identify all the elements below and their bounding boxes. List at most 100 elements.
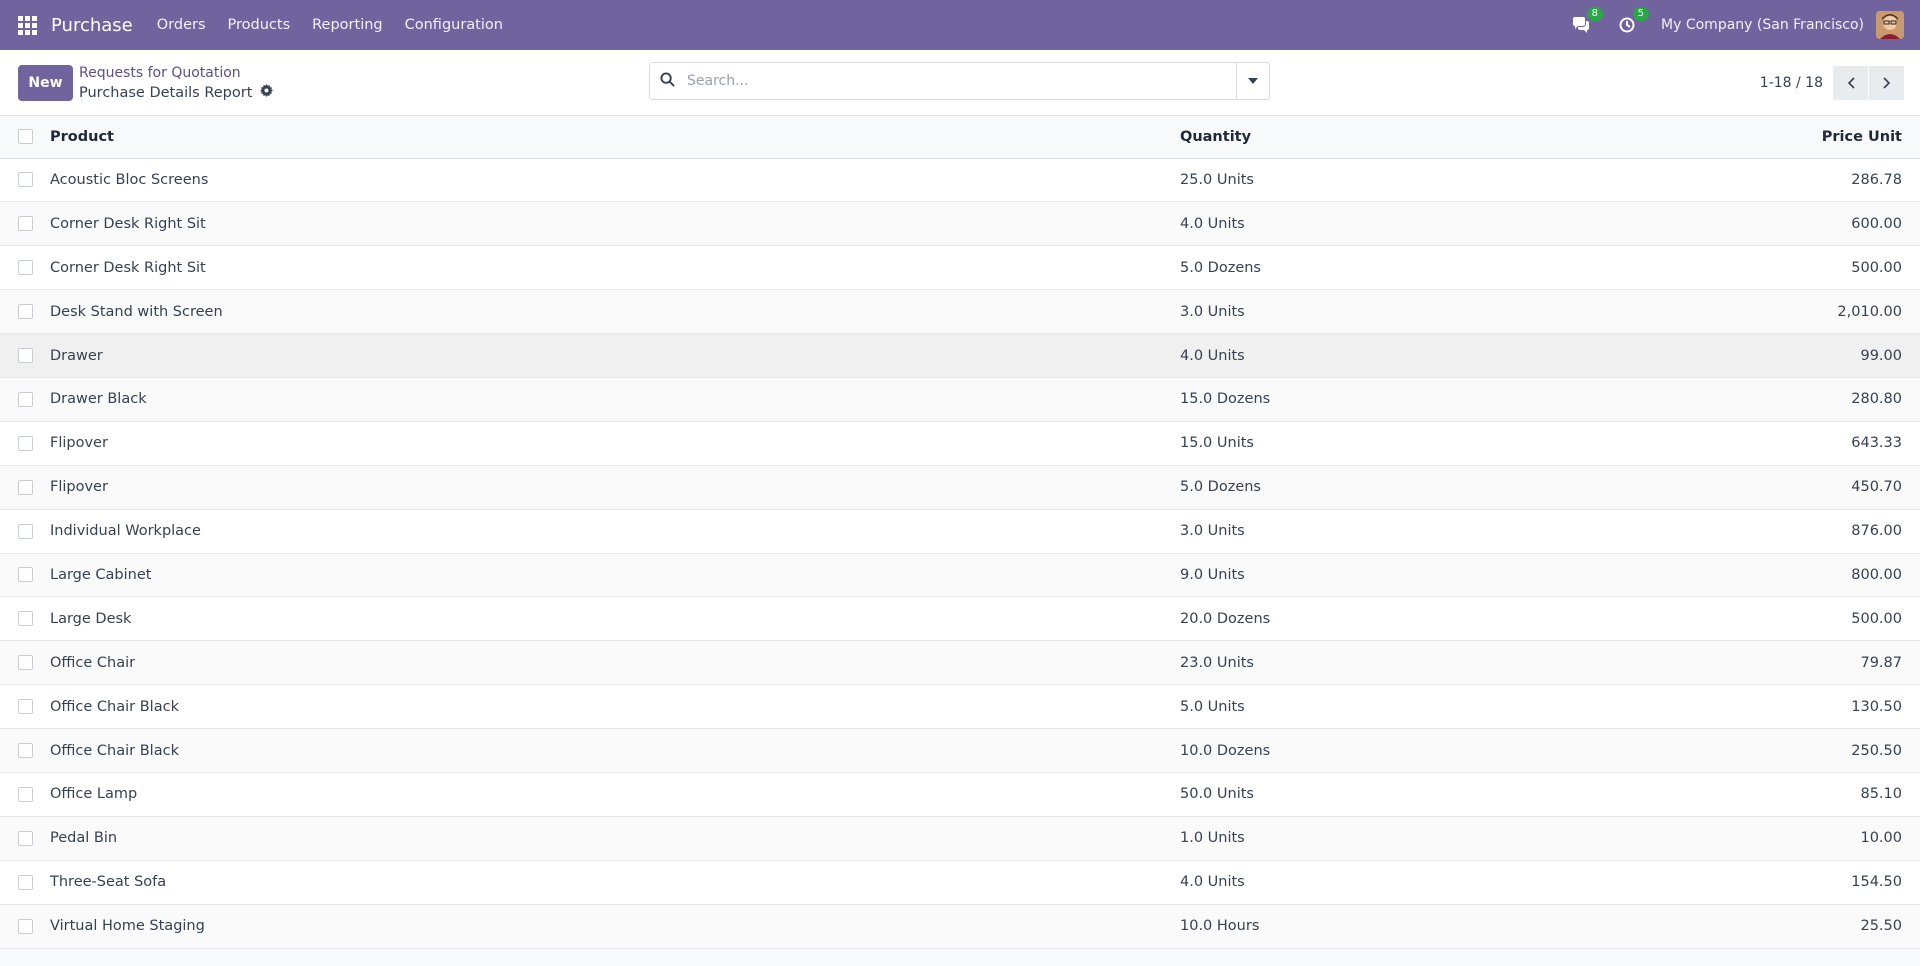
table-row[interactable]: Desk Stand with Screen 3.0 Units 2,010.00: [0, 289, 1920, 334]
row-checkbox[interactable]: [18, 874, 33, 890]
price-unit-cell[interactable]: 600.00: [1731, 202, 1920, 246]
quantity-cell[interactable]: 15.0 Dozens: [1179, 377, 1731, 421]
table-row[interactable]: Office Chair Black 10.0 Dozens 250.50: [0, 728, 1920, 773]
product-cell[interactable]: Large Cabinet: [49, 553, 1179, 597]
table-row[interactable]: Corner Desk Right Sit 4.0 Units 600.00: [0, 201, 1920, 246]
product-cell[interactable]: Flipover: [49, 421, 1179, 465]
quantity-cell[interactable]: 5.0 Dozens: [1179, 465, 1731, 509]
row-checkbox[interactable]: [18, 391, 33, 407]
product-cell[interactable]: Office Chair Black: [49, 729, 1179, 773]
product-cell[interactable]: Acoustic Bloc Screens: [49, 158, 1179, 202]
row-checkbox[interactable]: [18, 172, 33, 188]
price-unit-cell[interactable]: 280.80: [1731, 377, 1920, 421]
menu-item-products[interactable]: Products: [228, 17, 291, 33]
product-cell[interactable]: Office Lamp: [49, 772, 1179, 816]
product-cell[interactable]: Large Desk: [49, 597, 1179, 641]
row-checkbox[interactable]: [18, 523, 33, 539]
row-checkbox[interactable]: [18, 918, 33, 934]
quantity-cell[interactable]: 1.0 Units: [1179, 816, 1731, 860]
pager-value[interactable]: 1-18 / 18: [1760, 75, 1823, 91]
row-checkbox[interactable]: [18, 435, 33, 451]
table-row[interactable]: Large Cabinet 9.0 Units 800.00: [0, 553, 1920, 597]
product-cell[interactable]: Office Chair Black: [49, 685, 1179, 729]
quantity-cell[interactable]: 4.0 Units: [1179, 202, 1731, 246]
product-cell[interactable]: Flipover: [49, 465, 1179, 509]
table-row[interactable]: Corner Desk Right Sit 5.0 Dozens 500.00: [0, 245, 1920, 290]
row-checkbox[interactable]: [18, 348, 33, 363]
messages-icon[interactable]: 8: [1569, 7, 1604, 37]
quantity-cell[interactable]: 5.0 Dozens: [1179, 246, 1731, 290]
apps-menu-icon[interactable]: [18, 15, 37, 35]
price-unit-cell[interactable]: 876.00: [1731, 509, 1920, 553]
price-unit-cell[interactable]: 154.50: [1731, 860, 1920, 904]
app-name[interactable]: Purchase: [51, 15, 133, 36]
row-checkbox[interactable]: [18, 786, 33, 802]
quantity-cell[interactable]: 5.0 Units: [1179, 685, 1731, 729]
table-row[interactable]: Office Lamp 50.0 Units 85.10: [0, 772, 1920, 817]
quantity-cell[interactable]: 15.0 Units: [1179, 421, 1731, 465]
quantity-cell[interactable]: 10.0 Hours: [1179, 904, 1731, 948]
quantity-cell[interactable]: 4.0 Units: [1179, 860, 1731, 904]
price-unit-cell[interactable]: 450.70: [1731, 465, 1920, 509]
table-row[interactable]: Acoustic Bloc Screens 25.0 Units 286.78: [0, 158, 1920, 202]
activities-icon[interactable]: 5: [1615, 7, 1650, 37]
product-cell[interactable]: Individual Workplace: [49, 509, 1179, 553]
table-row[interactable]: Virtual Home Staging 10.0 Hours 25.50: [0, 904, 1920, 949]
quantity-cell[interactable]: 3.0 Units: [1179, 509, 1731, 553]
row-checkbox[interactable]: [18, 830, 33, 846]
price-unit-cell[interactable]: 800.00: [1731, 553, 1920, 597]
menu-item-reporting[interactable]: Reporting: [312, 17, 383, 33]
menu-item-configuration[interactable]: Configuration: [405, 17, 503, 33]
price-unit-cell[interactable]: 2,010.00: [1731, 290, 1920, 334]
product-cell[interactable]: Virtual Home Staging: [49, 904, 1179, 948]
price-unit-cell[interactable]: 250.50: [1731, 729, 1920, 773]
row-checkbox[interactable]: [18, 479, 33, 495]
quantity-cell[interactable]: 20.0 Dozens: [1179, 597, 1731, 641]
column-header-quantity[interactable]: Quantity: [1179, 116, 1731, 158]
price-unit-cell[interactable]: 79.87: [1731, 641, 1920, 685]
row-checkbox[interactable]: [18, 260, 33, 276]
table-row[interactable]: Drawer Black 15.0 Dozens 280.80: [0, 377, 1920, 422]
product-cell[interactable]: Pedal Bin: [49, 816, 1179, 860]
product-cell[interactable]: Corner Desk Right Sit: [49, 246, 1179, 290]
row-checkbox[interactable]: [18, 655, 33, 671]
quantity-cell[interactable]: 10.0 Dozens: [1179, 729, 1731, 773]
table-row[interactable]: Large Desk 20.0 Dozens 500.00: [0, 596, 1920, 641]
breadcrumb-parent-link[interactable]: Requests for Quotation: [79, 63, 273, 83]
table-row[interactable]: Flipover 5.0 Dozens 450.70: [0, 465, 1920, 510]
row-checkbox[interactable]: [18, 216, 33, 232]
price-unit-cell[interactable]: 10.00: [1731, 816, 1920, 860]
product-cell[interactable]: Drawer Black: [49, 377, 1179, 421]
quantity-cell[interactable]: 4.0 Units: [1179, 334, 1731, 378]
product-cell[interactable]: Drawer: [49, 334, 1179, 378]
row-checkbox[interactable]: [18, 304, 33, 320]
table-row[interactable]: Flipover 15.0 Units 643.33: [0, 421, 1920, 466]
company-switcher[interactable]: My Company (San Francisco): [1661, 17, 1864, 33]
product-cell[interactable]: Three-Seat Sofa: [49, 860, 1179, 904]
quantity-cell[interactable]: 3.0 Units: [1179, 290, 1731, 334]
search-options-toggle[interactable]: [1236, 63, 1269, 99]
pager-previous-button[interactable]: [1833, 66, 1868, 100]
new-button[interactable]: New: [18, 64, 73, 101]
price-unit-cell[interactable]: 500.00: [1731, 597, 1920, 641]
row-checkbox[interactable]: [18, 611, 33, 627]
row-checkbox[interactable]: [18, 743, 33, 759]
table-row[interactable]: Drawer 4.0 Units 99.00: [0, 333, 1920, 378]
table-row[interactable]: Three-Seat Sofa 4.0 Units 154.50: [0, 860, 1920, 905]
quantity-cell[interactable]: 25.0 Units: [1179, 158, 1731, 202]
product-cell[interactable]: Desk Stand with Screen: [49, 290, 1179, 334]
product-cell[interactable]: Corner Desk Right Sit: [49, 202, 1179, 246]
row-checkbox[interactable]: [18, 699, 33, 715]
price-unit-cell[interactable]: 643.33: [1731, 421, 1920, 465]
user-avatar[interactable]: [1876, 11, 1904, 39]
quantity-cell[interactable]: 23.0 Units: [1179, 641, 1731, 685]
quantity-cell[interactable]: 50.0 Units: [1179, 772, 1731, 816]
price-unit-cell[interactable]: 85.10: [1731, 772, 1920, 816]
pager-next-button[interactable]: [1869, 66, 1904, 100]
price-unit-cell[interactable]: 130.50: [1731, 685, 1920, 729]
quantity-cell[interactable]: 9.0 Units: [1179, 553, 1731, 597]
column-header-price-unit[interactable]: Price Unit: [1731, 116, 1920, 158]
column-header-product[interactable]: Product: [49, 116, 1179, 158]
product-cell[interactable]: Office Chair: [49, 641, 1179, 685]
table-row[interactable]: Individual Workplace 3.0 Units 876.00: [0, 509, 1920, 554]
